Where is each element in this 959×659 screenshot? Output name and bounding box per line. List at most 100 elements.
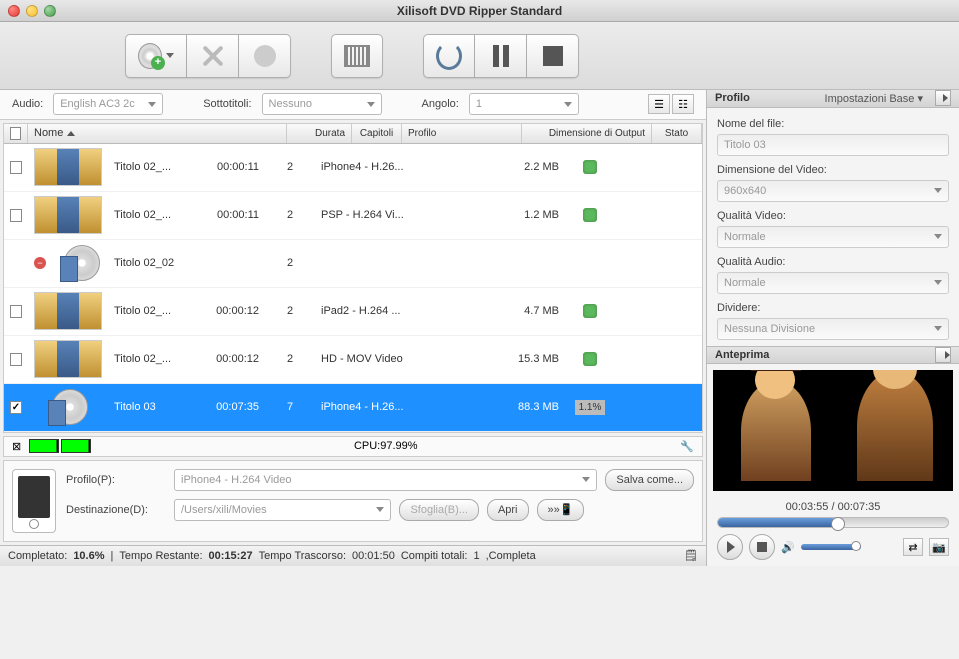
videoquality-select[interactable]: Normale <box>717 226 949 248</box>
clip-button[interactable] <box>331 34 383 78</box>
remove-button[interactable] <box>187 34 239 78</box>
filename-label: Nome del file: <box>717 118 949 130</box>
table-row[interactable]: Titolo 02_...00:00:122iPad2 - H.264 ...4… <box>4 288 702 336</box>
row-chapters: 2 <box>265 161 315 173</box>
report-icon[interactable]: 🗒 <box>684 549 698 562</box>
row-name: Titolo 02_... <box>108 161 200 173</box>
row-duration: 00:00:11 <box>200 209 265 221</box>
volume-icon[interactable]: 🔊 <box>781 541 795 554</box>
table-row[interactable]: Titolo 02_...00:00:112PSP - H.264 Vi...1… <box>4 192 702 240</box>
table-row[interactable]: −Titolo 02_022 <box>4 240 702 288</box>
zoom-window-button[interactable] <box>44 5 56 17</box>
table-row[interactable]: Titolo 0300:07:357iPhone4 - H.26...88.3 … <box>4 384 702 432</box>
row-chapters: 2 <box>265 257 315 269</box>
row-duration: 00:00:12 <box>200 353 265 365</box>
preview-header: Anteprima <box>707 346 959 364</box>
split-label: Dividere: <box>717 302 949 314</box>
save-as-button[interactable]: Salva come... <box>605 469 694 491</box>
column-stato[interactable]: Stato <box>652 124 702 143</box>
wrench-icon[interactable]: 🔧 <box>680 440 694 453</box>
row-checkbox[interactable] <box>10 305 22 318</box>
table-row[interactable]: Titolo 02_...00:00:112iPhone4 - H.26...2… <box>4 144 702 192</box>
expand-panel-button[interactable] <box>935 90 951 106</box>
row-checkbox[interactable] <box>10 401 22 414</box>
title-table: Nome Durata Capitoli Profilo Dimensione … <box>3 123 703 433</box>
expand-preview-button[interactable] <box>935 347 951 363</box>
row-thumbnail <box>28 196 108 234</box>
cpu-gauge <box>29 439 91 453</box>
detail-view-button[interactable]: ☷ <box>672 94 694 114</box>
status-ok-icon <box>583 352 597 366</box>
chevron-down-icon <box>148 102 156 107</box>
refresh-icon <box>436 42 462 70</box>
row-status <box>565 304 615 318</box>
row-checkbox[interactable] <box>10 209 22 222</box>
row-checkbox[interactable] <box>10 161 22 174</box>
column-durata[interactable]: Durata <box>287 124 352 143</box>
angle-select[interactable]: 1 <box>469 93 579 115</box>
cpu-bar: ⊠ CPU:97.99% 🔧 <box>3 436 703 457</box>
column-profilo[interactable]: Profilo <box>402 124 522 143</box>
profile-button[interactable] <box>239 34 291 78</box>
pause-button[interactable] <box>475 34 527 78</box>
column-dim[interactable]: Dimensione di Output <box>522 124 652 143</box>
row-chapters: 2 <box>265 209 315 221</box>
table-header: Nome Durata Capitoli Profilo Dimensione … <box>4 124 702 144</box>
list-view-button[interactable]: ☰ <box>648 94 670 114</box>
snapshot-button[interactable]: 📷 <box>929 538 949 556</box>
pause-icon <box>493 45 509 67</box>
row-profile: PSP - H.264 Vi... <box>315 209 435 221</box>
row-dimension: 4.7 MB <box>435 305 565 317</box>
play-button[interactable] <box>717 534 743 560</box>
chevron-right-icon <box>945 351 950 359</box>
row-checkbox[interactable] <box>10 353 22 366</box>
transfer-button[interactable]: »»📱 <box>537 499 585 521</box>
row-dimension: 1.2 MB <box>435 209 565 221</box>
open-button[interactable]: Apri <box>487 499 529 521</box>
subtitle-select[interactable]: Nessuno <box>262 93 382 115</box>
browse-button[interactable]: Sfoglia(B)... <box>399 499 478 521</box>
stop-icon <box>757 542 767 552</box>
dest-label: Destinazione(D): <box>66 504 166 516</box>
chevron-down-icon <box>934 188 942 193</box>
chevron-down-icon <box>564 102 572 107</box>
stop-button[interactable] <box>527 34 579 78</box>
minimize-window-button[interactable] <box>26 5 38 17</box>
chevron-down-icon <box>934 234 942 239</box>
row-thumbnail <box>28 340 108 378</box>
disc-icon: + <box>138 43 162 69</box>
person-icon <box>254 45 276 67</box>
row-chapters: 7 <box>265 401 315 413</box>
window-titlebar: Xilisoft DVD Ripper Standard <box>0 0 959 22</box>
profile-select[interactable]: iPhone4 - H.264 Video <box>174 469 597 491</box>
header-checkbox[interactable] <box>4 124 28 143</box>
filename-input[interactable]: Titolo 03 <box>717 134 949 156</box>
film-icon <box>344 45 370 67</box>
dest-select[interactable]: /Users/xili/Movies <box>174 499 391 521</box>
row-status <box>565 160 615 174</box>
videodim-select[interactable]: 960x640 <box>717 180 949 202</box>
settings-link[interactable]: Impostazioni Base ▾ <box>825 92 923 105</box>
close-cpu-icon[interactable]: ⊠ <box>12 440 21 453</box>
row-thumbnail <box>28 148 108 186</box>
add-disc-button[interactable]: + <box>125 34 187 78</box>
volume-slider[interactable] <box>801 544 861 550</box>
angle-label: Angolo: <box>422 98 459 110</box>
preview-video[interactable] <box>713 370 953 492</box>
stop-preview-button[interactable] <box>749 534 775 560</box>
snapshot-toggle-button[interactable]: ⇄ <box>903 538 923 556</box>
row-thumbnail <box>28 388 108 426</box>
audioquality-select[interactable]: Normale <box>717 272 949 294</box>
table-row[interactable]: Titolo 02_...00:00:122HD - MOV Video15.3… <box>4 336 702 384</box>
row-dimension: 2.2 MB <box>435 161 565 173</box>
close-window-button[interactable] <box>8 5 20 17</box>
audio-select[interactable]: English AC3 2c <box>53 93 163 115</box>
column-capitoli[interactable]: Capitoli <box>352 124 402 143</box>
column-nome[interactable]: Nome <box>28 124 287 143</box>
convert-button[interactable] <box>423 34 475 78</box>
preview-seek-slider[interactable] <box>717 517 949 528</box>
split-select[interactable]: Nessuna Divisione <box>717 318 949 340</box>
chevron-down-icon <box>934 280 942 285</box>
chevron-down-icon <box>367 102 375 107</box>
list-icon: ☰ <box>654 98 664 111</box>
